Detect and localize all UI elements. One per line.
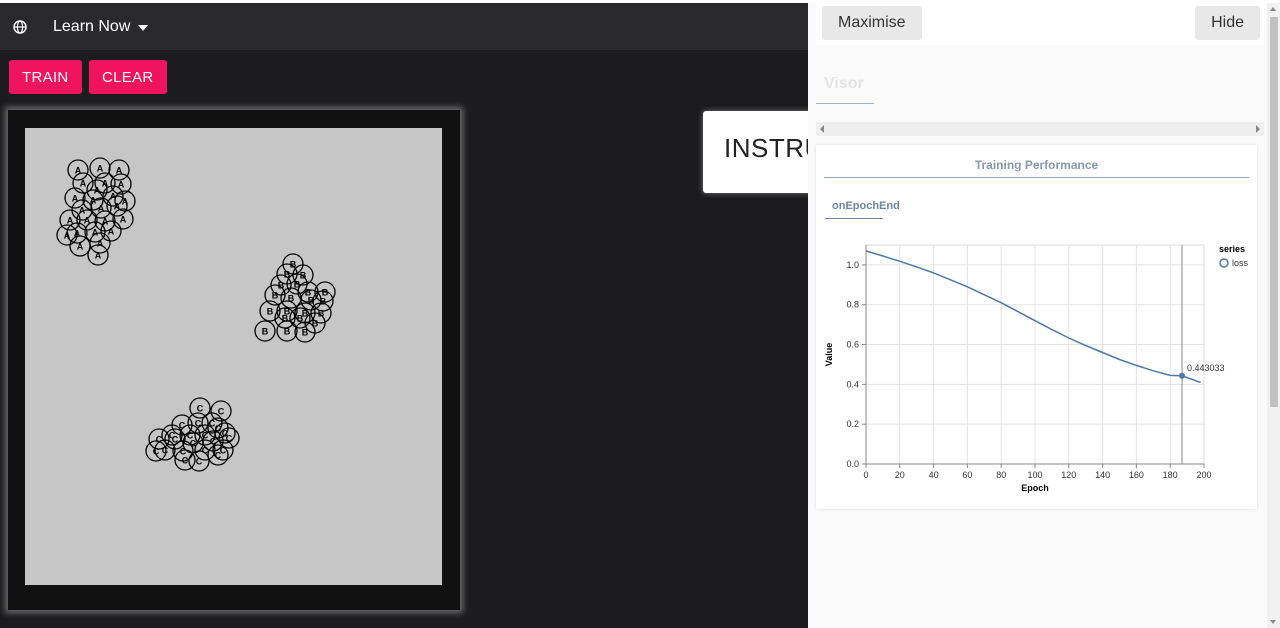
svg-text:B: B [267,307,274,317]
x-axis-label: Epoch [1021,483,1049,493]
visor-panel: Maximise Hide Visor Training Performance… [808,3,1280,628]
chevron-down-icon [138,25,149,31]
svg-text:C: C [153,447,160,457]
y-tick-label: 0.6 [846,340,859,350]
svg-text:A: A [97,164,104,174]
scroll-left-icon[interactable] [820,125,824,133]
x-tick-label: 20 [895,470,905,480]
scroll-up-icon[interactable] [1270,7,1276,11]
y-tick-label: 0.2 [846,419,859,429]
horizontal-scrollbar[interactable] [816,122,1264,136]
instructions-card[interactable]: INSTRUCTIONS [703,111,813,193]
surface-title: Training Performance [974,158,1099,172]
svg-text:C: C [197,404,204,414]
train-button[interactable]: TRAIN [9,60,82,94]
loss-chart: 0 20 40 60 80 100 120 140 160 180 200 0.0 0.2 0.4 0.6 0… [824,244,1249,493]
y-tick-label: 0.0 [846,459,859,469]
canvas-point-a: A [67,159,89,181]
surface-divider [824,177,1249,178]
svg-text:A: A [95,251,102,261]
x-tick-label: 100 [1027,470,1042,480]
scrollbar-thumb[interactable] [1270,17,1278,407]
y-axis-label: Value [824,343,834,367]
y-tick-label: 0.8 [846,300,859,310]
tab-on-epoch-end[interactable]: onEpochEnd [832,200,900,212]
tab-visor[interactable]: Visor [824,75,864,93]
legend-symbol-loss [1219,258,1229,268]
svg-text:B: B [284,327,291,337]
globe-icon[interactable] [12,19,28,35]
scroll-down-icon[interactable] [1270,620,1276,624]
app-title: Learn Now [53,18,131,35]
instructions-label: INSTRUCTIONS [724,133,813,163]
svg-text:A: A [97,239,104,249]
svg-text:B: B [320,297,327,307]
x-tick-label: 80 [996,470,1006,480]
svg-text:A: A [77,242,84,252]
subtab-underline [825,218,883,219]
tab-underline [816,103,874,104]
visor-header: Maximise Hide [816,3,1264,45]
x-tick-label: 40 [929,470,939,480]
training-surface: Training Performance onEpochEnd 0 20 40 60 8… [816,145,1257,509]
svg-text:C: C [196,457,203,467]
hide-button[interactable]: Hide [1195,6,1260,40]
drawing-canvas-frame: AAAAAAAAAAAAAAAAAAAAAAAAABBBBBBBBBBBBBBB… [8,110,460,610]
svg-text:C: C [182,456,189,466]
svg-text:B: B [302,328,309,338]
canvas-point-b: B [254,320,276,342]
svg-text:B: B [262,327,269,337]
canvas-points: A A AA A AAA A A AA A AA A A AA A AAA AABB BB BBB B BBBB B B B… [56,157,336,472]
app-menu[interactable]: Learn Now [53,18,149,36]
scroll-right-icon[interactable] [1256,125,1260,133]
y-tick-label: 1.0 [846,260,859,270]
drawing-canvas[interactable]: AAAAAAAAAAAAAAAAAAAAAAAAABBBBBBBBBBBBBBB… [25,128,442,585]
canvas-point-a: A [108,159,130,181]
x-tick-label: 200 [1196,470,1211,480]
svg-text:A: A [108,227,115,237]
hover-point [1179,372,1186,379]
canvas-point-c: C [188,450,210,472]
hover-value-label: 0.443033 [1187,363,1225,373]
canvas-point-b: B [276,320,298,342]
svg-text:A: A [80,179,87,189]
x-tick-label: 180 [1163,470,1178,480]
canvas-point-a: A [112,208,134,230]
svg-text:B: B [294,280,301,290]
y-tick-label: 0.4 [846,379,859,389]
x-tick-label: 60 [962,470,972,480]
canvas-point-a: A [69,235,91,257]
x-tick-label: 120 [1061,470,1076,480]
maximise-button[interactable]: Maximise [822,6,922,40]
x-tick-label: 140 [1095,470,1110,480]
svg-text:B: B [312,319,319,329]
series-line-loss [865,250,1201,384]
x-tick-label: 0 [863,470,868,480]
vertical-scrollbar[interactable] [1267,3,1280,628]
legend-label-loss: loss [1232,258,1249,268]
clear-button[interactable]: CLEAR [89,60,167,94]
app-bar: Learn Now [0,3,808,50]
svg-text:A: A [120,215,127,225]
svg-text:A: A [90,196,97,206]
svg-text:C: C [215,451,222,461]
legend-title: series [1219,244,1245,254]
x-tick-label: 160 [1129,470,1144,480]
svg-text:A: A [64,231,71,241]
svg-text:B: B [272,291,279,301]
